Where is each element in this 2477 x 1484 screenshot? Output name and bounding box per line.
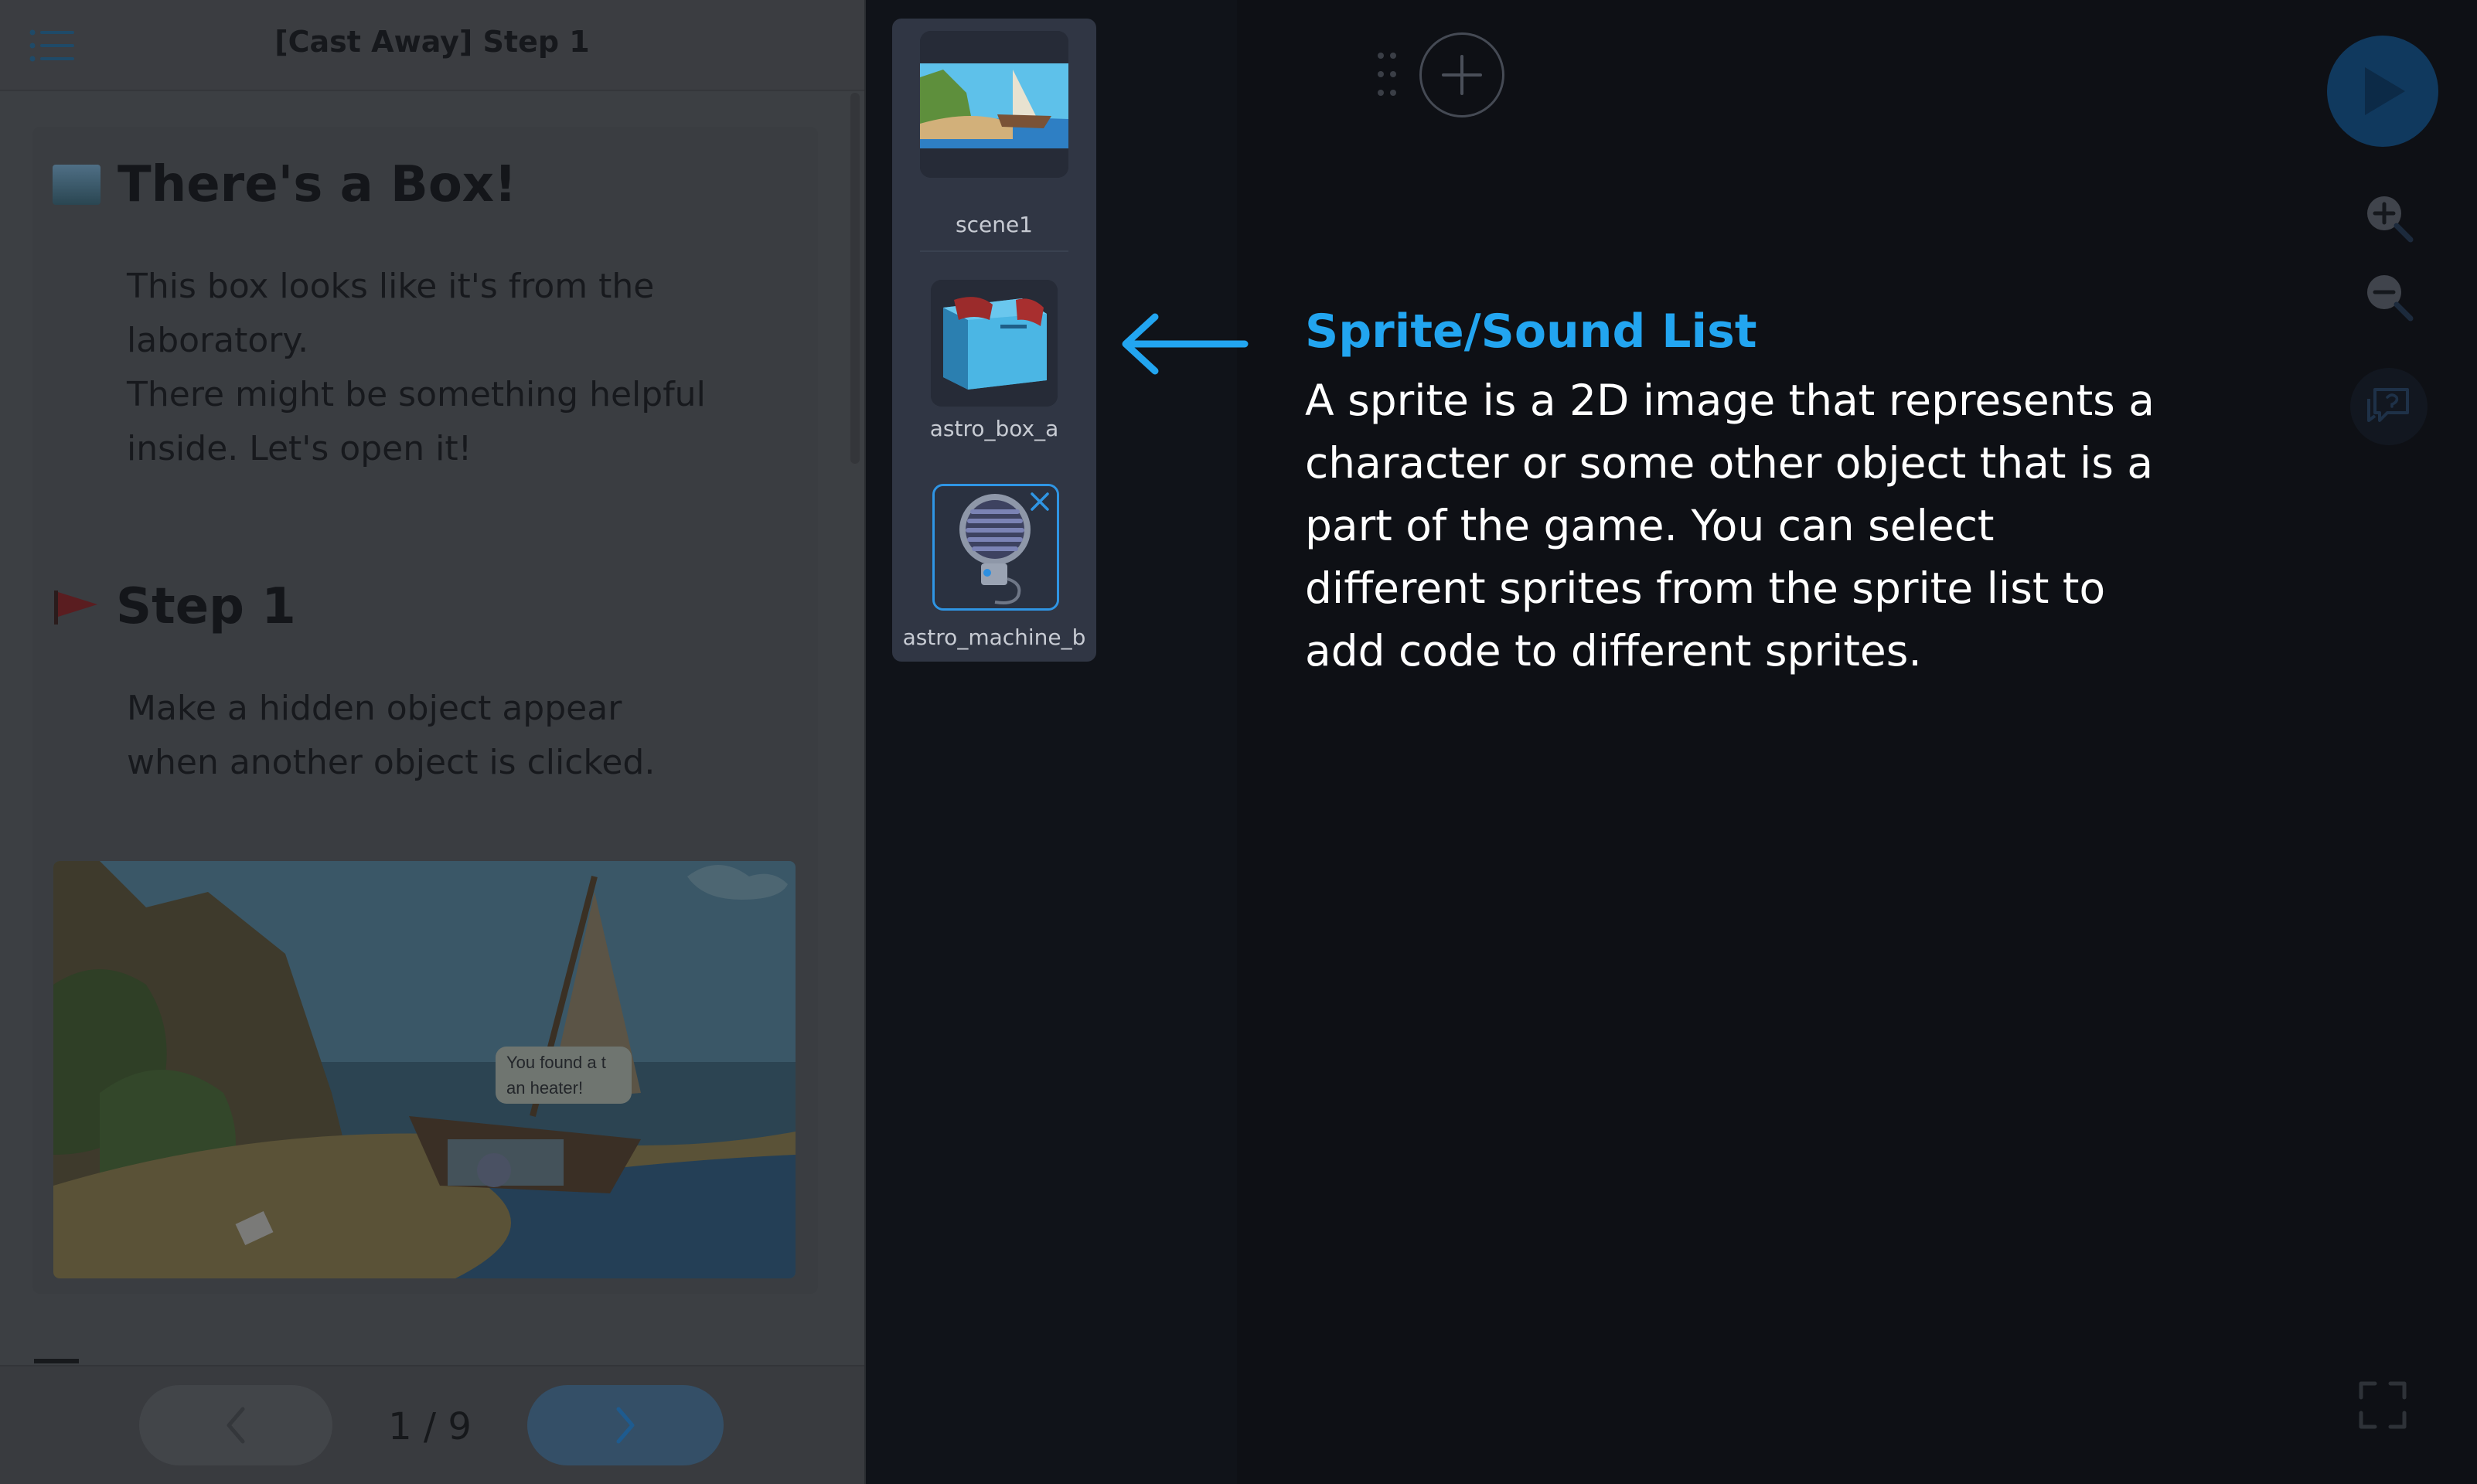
fullscreen-icon[interactable] (2358, 1380, 2407, 1430)
arrow-left-icon (1122, 313, 1249, 375)
speech-bubble: You found a t an heater! (496, 1047, 632, 1104)
tooltip-title: Sprite/Sound List (1305, 305, 1757, 359)
help-button[interactable] (2350, 368, 2428, 445)
sprite-label: astro_machine_b (902, 625, 1086, 650)
lesson-intro: This box looks like it's from the labora… (127, 267, 706, 468)
page-indicator: 1 / 9 (388, 1405, 472, 1448)
next-page-button[interactable] (527, 1385, 724, 1465)
sprite-label: scene1 (956, 212, 1033, 237)
guide-title: [Cast Away] Step 1 (274, 25, 590, 59)
island-scene-illustration (53, 861, 796, 1278)
delete-sprite-icon[interactable] (1027, 489, 1052, 514)
zoom-in-icon[interactable] (2363, 192, 2417, 246)
drag-handle-icon[interactable] (1376, 49, 1398, 99)
plus-icon (1442, 55, 1482, 95)
guide-scrollbar[interactable] (850, 93, 860, 464)
tooltip-body: A sprite is a 2D image that represents a… (1305, 376, 2155, 676)
play-button[interactable] (2327, 36, 2438, 147)
guide-panel: [Cast Away] Step 1 There's a Box! This b… (0, 0, 864, 1484)
flag-icon (54, 591, 97, 625)
previous-page-button[interactable] (139, 1385, 332, 1465)
step-heading-row: Step 1 (53, 578, 296, 635)
box-heading-row: There's a Box! (53, 156, 516, 213)
editor-area: scene1 astro_box_a astro_machine_b Sprit… (866, 0, 2477, 1484)
lesson-heading: There's a Box! (118, 156, 517, 213)
divider (34, 1359, 79, 1363)
scene-thumbnail-icon (920, 31, 1068, 178)
step-preview-image: You found a t an heater! (53, 861, 796, 1278)
heater-thumbnail-icon (932, 484, 1059, 611)
guide-header: [Cast Away] Step 1 (0, 0, 864, 91)
list-separator (920, 250, 1068, 252)
guide-content[interactable]: There's a Box! This box looks like it's … (0, 93, 864, 1360)
add-sprite-button[interactable] (1419, 32, 1504, 117)
chevron-left-icon (227, 1407, 245, 1444)
sprite-label: astro_box_a (929, 416, 1059, 441)
step-heading: Step 1 (116, 578, 296, 635)
lesson-card: There's a Box! This box looks like it's … (32, 127, 818, 1294)
app-root: [Cast Away] Step 1 There's a Box! This b… (0, 0, 2477, 1484)
zoom-out-icon[interactable] (2363, 271, 2417, 325)
guide-footer: 1 / 9 (0, 1359, 864, 1484)
chevron-right-icon (616, 1407, 635, 1444)
box-emoji-icon (53, 165, 101, 205)
step-instruction: Make a hidden object appear when another… (127, 689, 656, 782)
play-icon (2365, 67, 2405, 115)
help-icon (2367, 388, 2409, 422)
sprite-sound-list: scene1 astro_box_a astro_machine_b (892, 19, 1096, 662)
box-thumbnail-icon (931, 280, 1058, 407)
